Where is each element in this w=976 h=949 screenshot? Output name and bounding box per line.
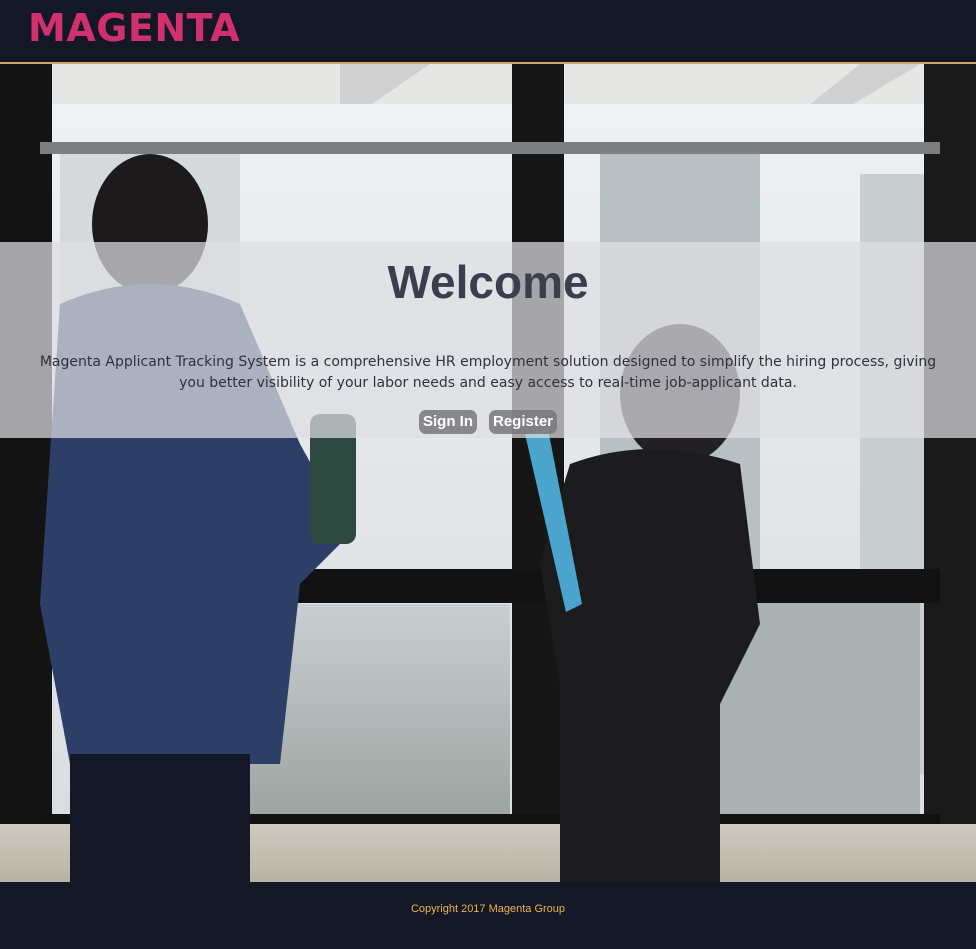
- top-header: MAGENTA: [0, 0, 976, 64]
- office-window-photo: [0, 64, 976, 882]
- welcome-description: Magenta Applicant Tracking System is a c…: [39, 354, 937, 391]
- hero-background-image: [0, 64, 976, 882]
- register-button[interactable]: Register: [488, 410, 558, 434]
- welcome-title: Welcome: [387, 256, 589, 308]
- copyright-text: Copyright 2017 Magenta Group: [410, 903, 566, 915]
- brand-logo[interactable]: MAGENTA: [28, 6, 240, 50]
- landing-page: MAGENTA Welcome Magenta Applicant Tracki…: [0, 0, 976, 949]
- page-footer: Copyright 2017 Magenta Group: [0, 882, 976, 949]
- auth-buttons: Sign In Register: [0, 410, 976, 434]
- sign-in-button[interactable]: Sign In: [418, 410, 477, 434]
